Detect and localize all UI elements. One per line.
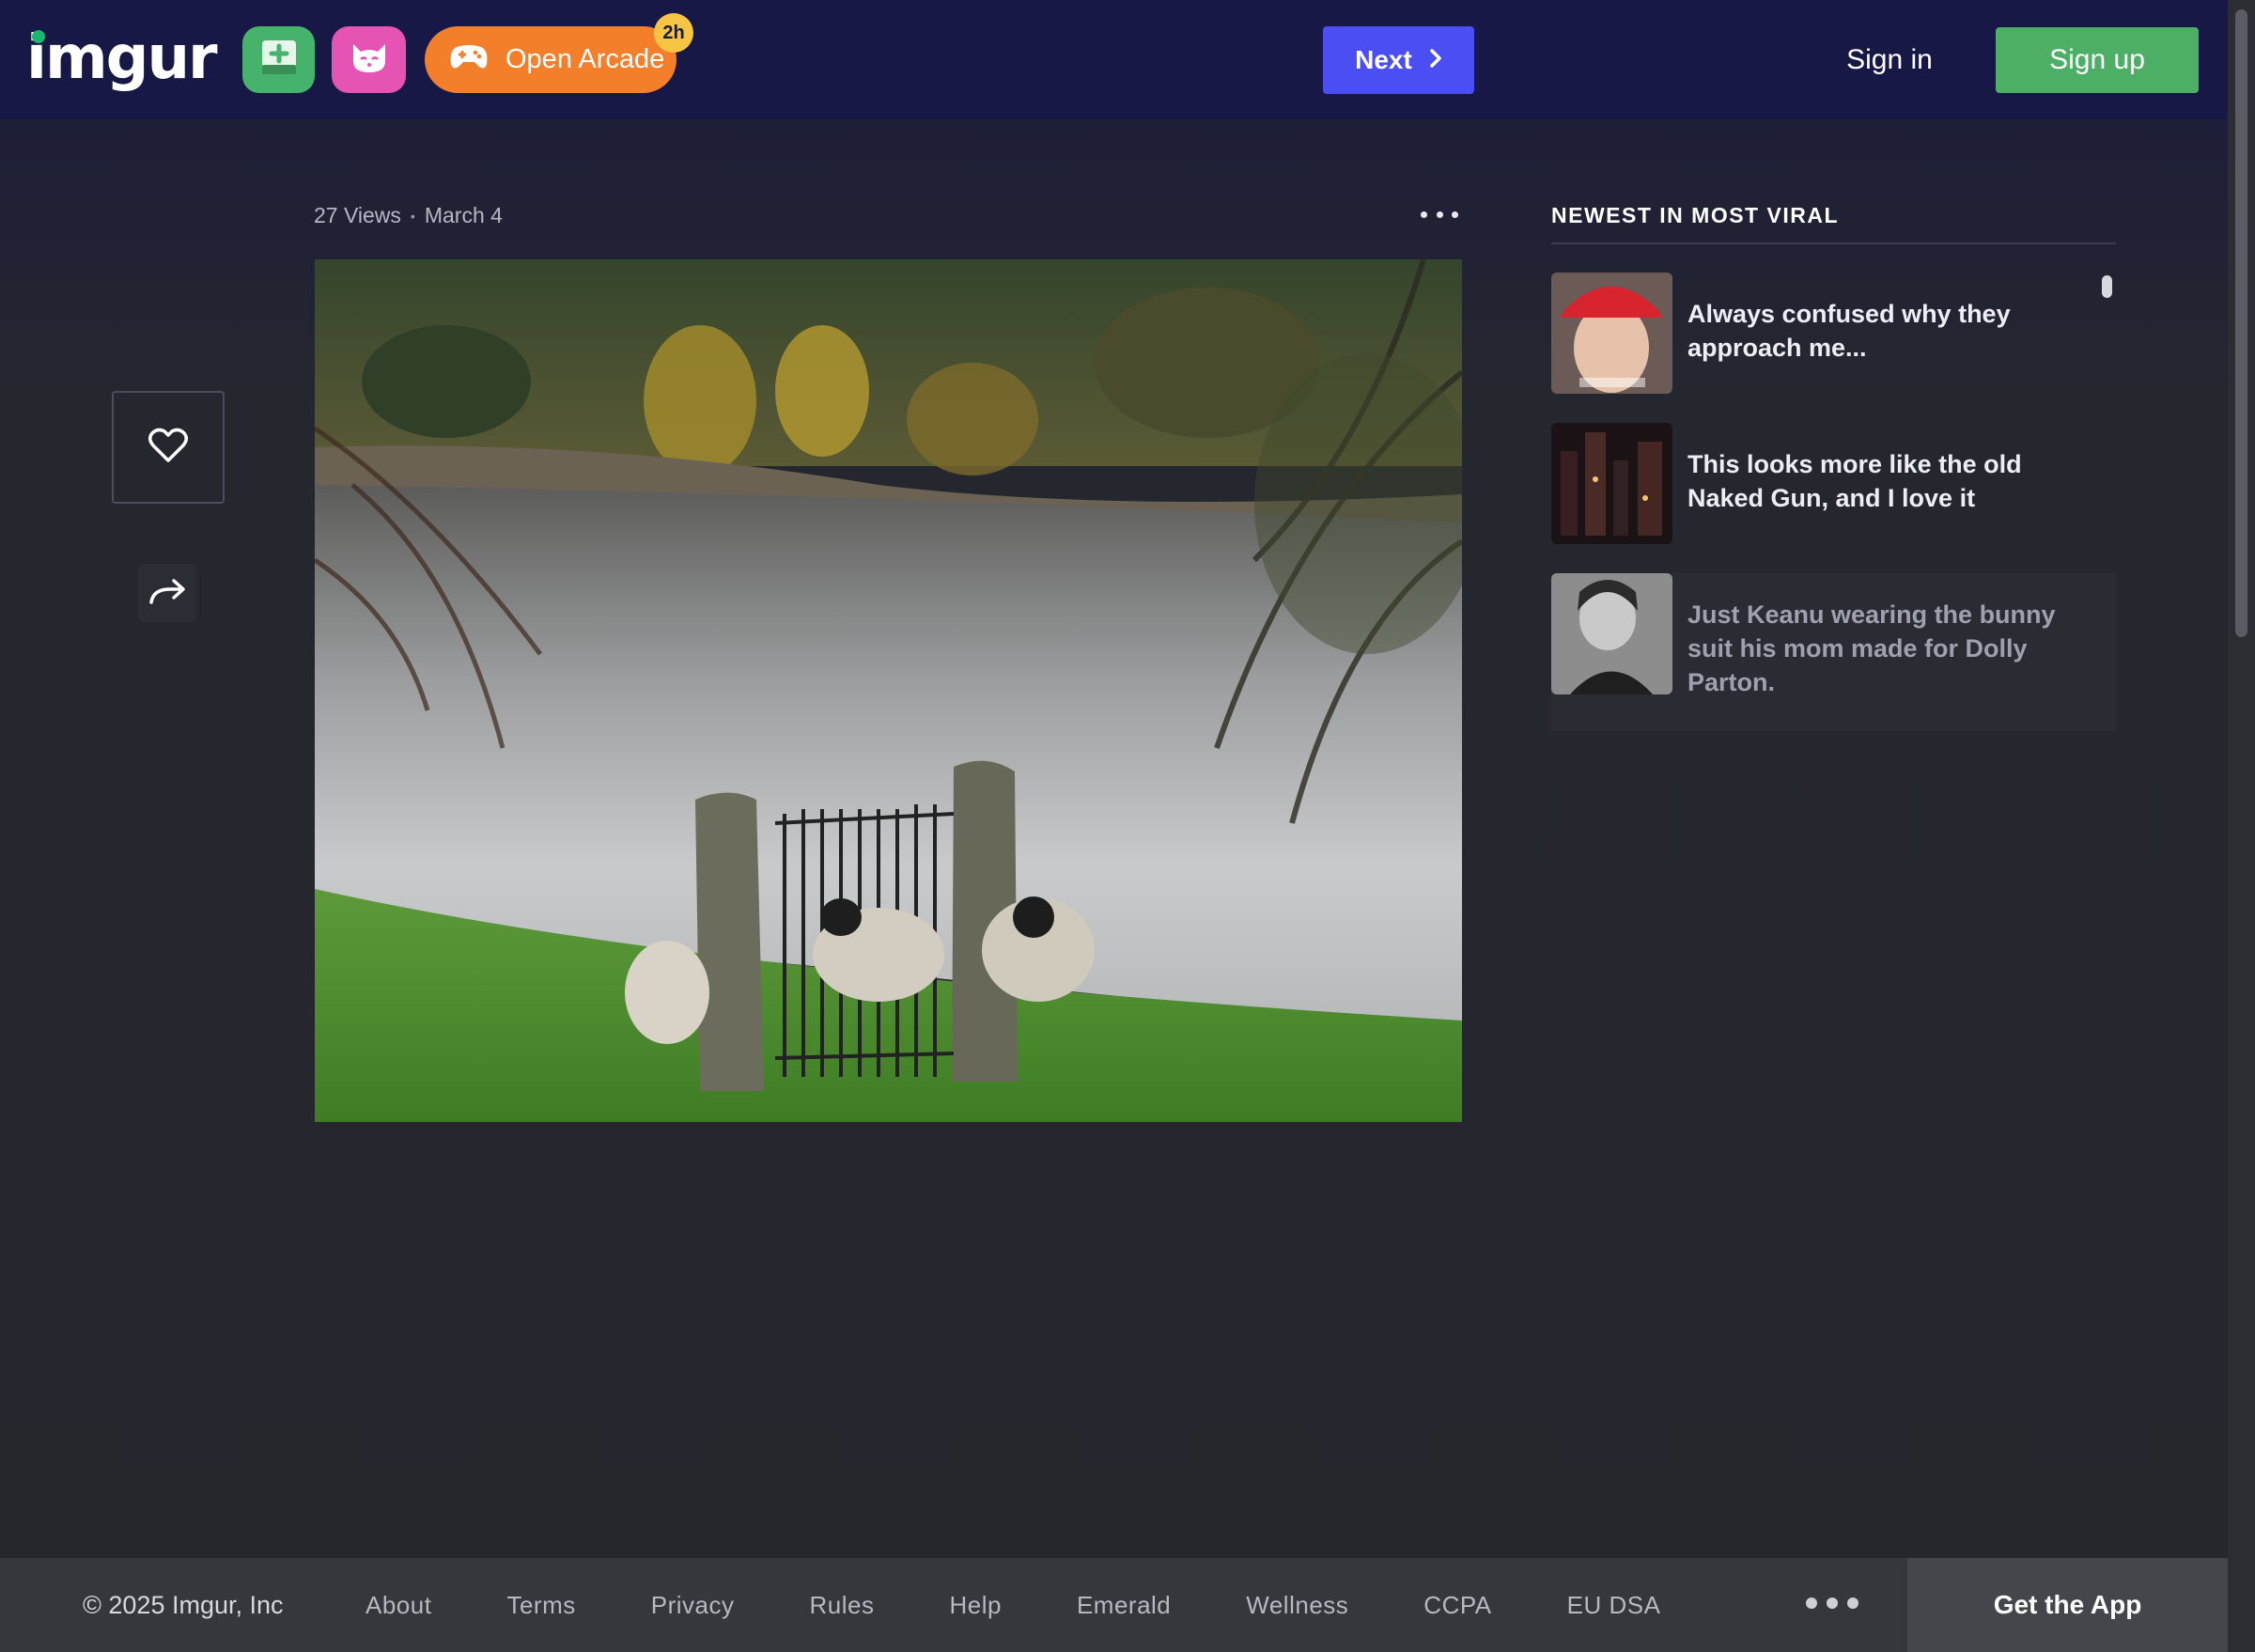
post-meta: 27 Views • March 4: [314, 203, 503, 228]
share-icon: [148, 576, 187, 611]
arcade-label: Open Arcade: [505, 44, 665, 74]
sign-up-button[interactable]: Sign up: [1996, 27, 2199, 93]
footer-link-ccpa[interactable]: CCPA: [1423, 1591, 1491, 1620]
more-icon: [1421, 210, 1427, 218]
logo-text: imgur: [26, 23, 218, 93]
scrollbar-thumb[interactable]: [2235, 9, 2247, 637]
footer-link-help[interactable]: Help: [949, 1591, 1001, 1620]
sidebar-item-title: This looks more like the old Naked Gun, …: [1687, 450, 2022, 512]
cat-button[interactable]: [332, 26, 406, 93]
footer-link-terms[interactable]: Terms: [506, 1591, 575, 1620]
sidebar-item[interactable]: This looks more like the old Naked Gun, …: [1551, 423, 2116, 573]
sidebar-divider: [1551, 242, 2116, 244]
chevron-right-icon: [1429, 45, 1442, 75]
imgur-logo[interactable]: imgur: [26, 21, 218, 96]
footer-link-emerald[interactable]: Emerald: [1077, 1591, 1171, 1620]
new-post-button[interactable]: [242, 26, 315, 93]
more-dots-icon: [1806, 1597, 1817, 1609]
more-options-button[interactable]: [1421, 201, 1458, 227]
arcade-time-badge: 2h: [654, 13, 693, 53]
post-thumbnail: [1551, 573, 1672, 694]
sign-in-link[interactable]: Sign in: [1832, 26, 1947, 94]
heart-icon: [148, 427, 189, 469]
upload-icon: [260, 39, 298, 81]
footer-link-wellness[interactable]: Wellness: [1246, 1591, 1348, 1620]
sidebar-item-title: Just Keanu wearing the bunny suit his mo…: [1687, 600, 2056, 696]
next-post-button[interactable]: Next: [1323, 26, 1474, 94]
footer-link-rules[interactable]: Rules: [809, 1591, 874, 1620]
footer-links: About Terms Privacy Rules Help Emerald W…: [365, 1591, 1735, 1620]
footer-more-button[interactable]: [1806, 1597, 1858, 1609]
window-scrollbar[interactable]: [2228, 0, 2255, 1652]
logo-dot: [32, 30, 45, 43]
share-button[interactable]: [138, 564, 196, 622]
sidebar-title: NEWEST IN MOST VIRAL: [1551, 203, 1839, 227]
sidebar-item[interactable]: Always confused why they approach me...: [1551, 273, 2116, 423]
top-bar: imgur Open Arcade 2h Next Sign in Sign u…: [0, 0, 2228, 119]
post-thumbnail: [1551, 423, 1672, 544]
post-thumbnail: [1551, 273, 1672, 394]
footer-link-privacy[interactable]: Privacy: [651, 1591, 735, 1620]
open-arcade-button[interactable]: Open Arcade: [425, 26, 676, 93]
like-button[interactable]: [112, 391, 225, 504]
footer-link-about[interactable]: About: [365, 1591, 431, 1620]
post-date: March 4: [424, 203, 503, 227]
next-label: Next: [1355, 45, 1412, 74]
cat-icon: [348, 39, 391, 81]
get-the-app-button[interactable]: Get the App: [1907, 1558, 2228, 1652]
sidebar-list: Always confused why they approach me... …: [1551, 273, 2116, 731]
gamepad-icon: [449, 41, 489, 79]
sidebar-item[interactable]: Just Keanu wearing the bunny suit his mo…: [1551, 573, 2116, 731]
meta-separator: •: [410, 208, 415, 224]
view-count: 27 Views: [314, 203, 401, 227]
copyright-text: © 2025 Imgur, Inc: [83, 1590, 284, 1619]
post-image[interactable]: [315, 259, 1462, 1122]
footer-link-eu-dsa[interactable]: EU DSA: [1567, 1591, 1661, 1620]
footer: © 2025 Imgur, Inc About Terms Privacy Ru…: [0, 1558, 2228, 1652]
sidebar-item-title: Always confused why they approach me...: [1687, 300, 2011, 362]
lake-sheep-photo: [315, 259, 1462, 1122]
